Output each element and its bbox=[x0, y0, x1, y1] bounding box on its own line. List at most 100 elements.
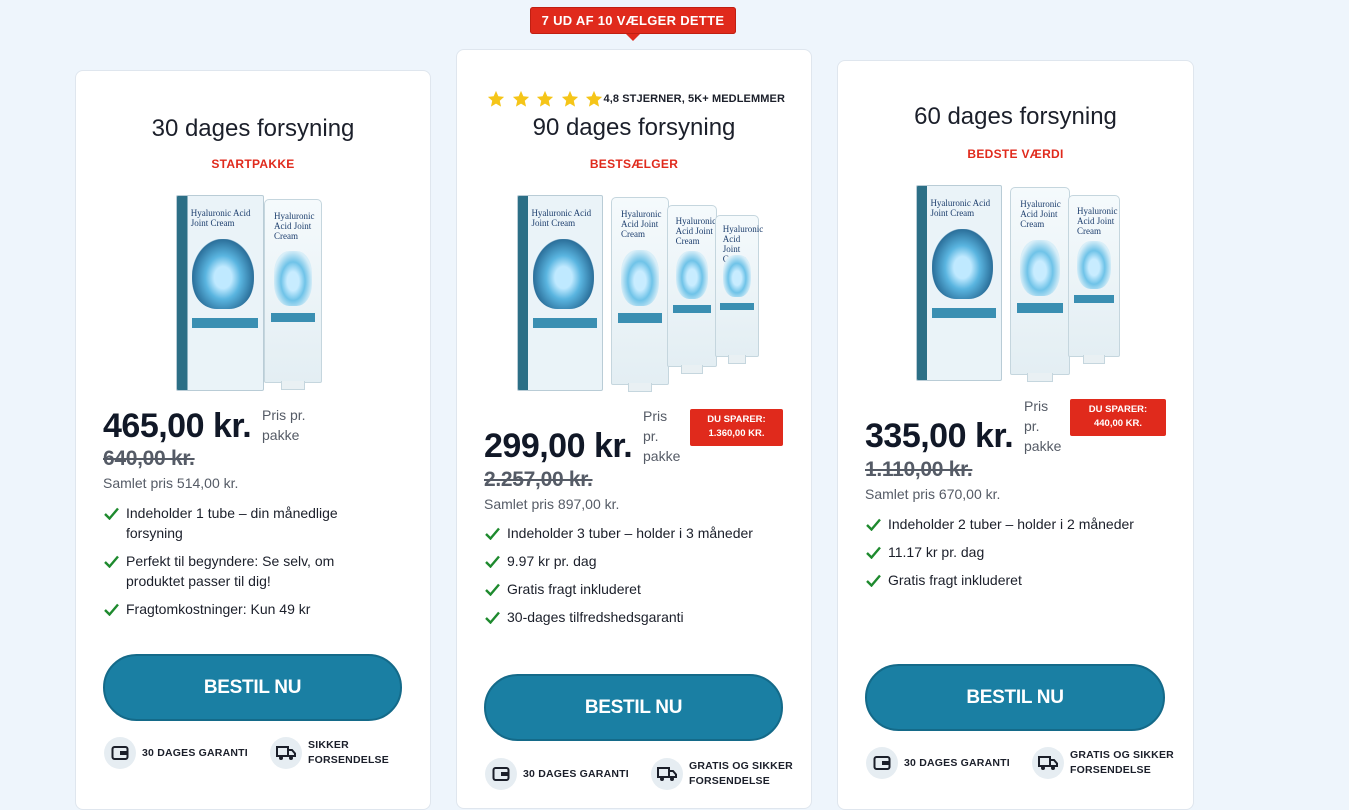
guarantee-badge: 30 DAGES GARANTI bbox=[485, 758, 635, 790]
wallet-icon bbox=[866, 747, 898, 779]
shipping-text: GRATIS OG SIKKER FORSENDELSE bbox=[689, 760, 793, 787]
star-icon bbox=[487, 90, 505, 107]
feature-text: Perfekt til begyndere: Se selv, om produ… bbox=[126, 553, 335, 589]
checkmark-icon bbox=[485, 555, 500, 568]
trust-badges: 30 DAGES GARANTI GRATIS OG SIKKER FORSEN… bbox=[866, 747, 1206, 779]
shipping-text: SIKKER FORSENDELSE bbox=[308, 739, 389, 766]
checkmark-icon bbox=[485, 611, 500, 624]
plan-title: 60 dages forsyning bbox=[914, 103, 1117, 130]
checkmark-icon bbox=[104, 507, 119, 520]
savings-amount: 440,00 KR. bbox=[1093, 418, 1143, 429]
wallet-icon bbox=[104, 737, 136, 769]
feature-text: Fragtomkostninger: Kun 49 kr bbox=[126, 601, 311, 617]
truck-icon bbox=[651, 758, 683, 790]
feature-text: Indeholder 2 tuber – holder i 2 måneder bbox=[888, 516, 1134, 532]
checkmark-icon bbox=[485, 527, 500, 540]
plan-title: 30 dages forsyning bbox=[151, 115, 355, 142]
product-tube: Hyaluronic Acid Joint Cream bbox=[715, 215, 763, 364]
savings-badge: DU SPARER: 440,00 KR. bbox=[1070, 399, 1166, 436]
product-box-label: Hyaluronic Acid Joint Cream bbox=[190, 207, 251, 228]
feature-text: Gratis fragt inkluderet bbox=[888, 572, 1022, 588]
order-button[interactable]: BESTIL NU bbox=[103, 654, 402, 721]
guarantee-badge: 30 DAGES GARANTI bbox=[866, 747, 1016, 779]
feature-text: Indeholder 3 tuber – holder i 3 måneder bbox=[507, 525, 753, 541]
feature-text: Gratis fragt inkluderet bbox=[507, 581, 641, 597]
guarantee-badge: 30 DAGES GARANTI bbox=[104, 737, 254, 769]
plan-subtitle: STARTPAKKE bbox=[211, 157, 295, 171]
product-tube: Hyaluronic Acid Joint Cream bbox=[264, 199, 322, 390]
checkmark-icon bbox=[866, 574, 881, 587]
star-icon bbox=[561, 90, 578, 107]
product-tube: Hyaluronic Acid Joint Cream bbox=[1010, 187, 1070, 382]
plan-card-30-days: 30 dages forsyning STARTPAKKE Hyaluronic… bbox=[75, 70, 431, 810]
savings-amount: 1.360,00 KR. bbox=[708, 428, 765, 439]
plan-subtitle: BEDSTE VÆRDI bbox=[967, 147, 1064, 161]
feature-item: 9.97 kr pr. dag bbox=[485, 551, 785, 571]
checkmark-icon bbox=[866, 518, 881, 531]
product-image: Hyaluronic Acid Joint Cream Hyaluronic A… bbox=[916, 185, 1126, 382]
product-tube: Hyaluronic Acid Joint Cream bbox=[1068, 195, 1120, 364]
total-price: Samlet pris 897,00 kr. bbox=[484, 496, 620, 512]
feature-text: 30-dages tilfredshedsgaranti bbox=[507, 609, 684, 625]
star-icon bbox=[536, 90, 554, 107]
price-per-unit: Pris pr. pakke bbox=[1024, 398, 1062, 454]
feature-list: Indeholder 1 tube – din månedlige forsyn… bbox=[104, 503, 364, 627]
feature-item: Indeholder 1 tube – din månedlige forsyn… bbox=[104, 503, 364, 543]
truck-icon bbox=[1032, 747, 1064, 779]
feature-item: Indeholder 2 tuber – holder i 2 måneder bbox=[866, 514, 1166, 534]
feature-text: Indeholder 1 tube – din månedlige forsyn… bbox=[126, 505, 338, 541]
feature-item: 30-dages tilfredshedsgaranti bbox=[485, 607, 785, 627]
trust-badges: 30 DAGES GARANTI GRATIS OG SIKKER FORSEN… bbox=[485, 758, 825, 790]
product-image: Hyaluronic Acid Joint Cream Hyaluronic A… bbox=[176, 195, 326, 391]
guarantee-text: 30 DAGES GARANTI bbox=[142, 746, 248, 759]
feature-list: Indeholder 3 tuber – holder i 3 måneder … bbox=[485, 523, 785, 635]
product-tube-label: Hyaluronic Acid Joint Cream bbox=[675, 215, 717, 246]
plan-subtitle: BESTSÆLGER bbox=[589, 157, 679, 171]
star-icon bbox=[512, 90, 529, 107]
product-box: Hyaluronic Acid Joint Cream bbox=[916, 185, 1002, 381]
order-button[interactable]: BESTIL NU bbox=[865, 664, 1165, 731]
feature-item: 11.17 kr pr. dag bbox=[866, 542, 1166, 562]
price: 299,00 kr. bbox=[484, 427, 633, 465]
checkmark-icon bbox=[104, 603, 119, 616]
guarantee-text: 30 DAGES GARANTI bbox=[904, 756, 1010, 769]
order-button[interactable]: BESTIL NU bbox=[484, 674, 783, 741]
product-tube: Hyaluronic Acid Joint Cream bbox=[667, 205, 717, 374]
price: 465,00 kr. bbox=[103, 407, 252, 445]
feature-list: Indeholder 2 tuber – holder i 2 måneder … bbox=[866, 514, 1166, 598]
old-price: 640,00 kr. bbox=[103, 447, 195, 470]
plan-title: 90 dages forsyning bbox=[532, 114, 736, 141]
checkmark-icon bbox=[104, 555, 119, 568]
shipping-badge: GRATIS OG SIKKER FORSENDELSE bbox=[651, 758, 809, 790]
total-price: Samlet pris 670,00 kr. bbox=[865, 486, 1001, 502]
feature-text: 11.17 kr pr. dag bbox=[888, 544, 985, 560]
wallet-icon bbox=[485, 758, 517, 790]
old-price: 1.110,00 kr. bbox=[865, 458, 973, 481]
product-box-label: Hyaluronic Acid Joint Cream bbox=[531, 207, 592, 228]
product-tube-label: Hyaluronic Acid Joint Cream bbox=[1077, 205, 1118, 236]
old-price: 2.257,00 kr. bbox=[484, 468, 593, 491]
product-box: Hyaluronic Acid Joint Cream bbox=[517, 195, 603, 391]
truck-icon bbox=[270, 737, 302, 769]
feature-item: Fragtomkostninger: Kun 49 kr bbox=[104, 599, 364, 619]
star-icon bbox=[585, 90, 603, 107]
feature-item: Perfekt til begyndere: Se selv, om produ… bbox=[104, 551, 364, 591]
shipping-badge: GRATIS OG SIKKER FORSENDELSE bbox=[1032, 747, 1190, 779]
rating: 4,8 STJERNER, 5K+ MEDLEMMER bbox=[487, 90, 785, 108]
product-tube-label: Hyaluronic Acid Joint Cream bbox=[273, 210, 315, 241]
price-per-unit: Pris pr. pakke bbox=[262, 407, 306, 443]
product-tube-label: Hyaluronic Acid Joint Cream bbox=[620, 209, 662, 240]
product-box: Hyaluronic Acid Joint Cream bbox=[176, 195, 264, 391]
feature-item: Indeholder 3 tuber – holder i 3 måneder bbox=[485, 523, 785, 543]
product-tube-label: Hyaluronic Acid Joint Cream bbox=[1020, 199, 1061, 230]
feature-item: Gratis fragt inkluderet bbox=[485, 579, 785, 599]
guarantee-text: 30 DAGES GARANTI bbox=[523, 767, 629, 780]
product-box-label: Hyaluronic Acid Joint Cream bbox=[930, 197, 991, 218]
checkmark-icon bbox=[866, 546, 881, 559]
popular-ribbon: 7 UD AF 10 VÆLGER DETTE bbox=[530, 7, 736, 41]
total-price: Samlet pris 514,00 kr. bbox=[103, 475, 239, 491]
savings-badge: DU SPARER: 1.360,00 KR. bbox=[690, 409, 783, 446]
shipping-badge: SIKKER FORSENDELSE bbox=[270, 737, 398, 769]
savings-label: DU SPARER: bbox=[1088, 404, 1148, 415]
price-per-unit: Pris pr. pakke bbox=[643, 408, 681, 464]
